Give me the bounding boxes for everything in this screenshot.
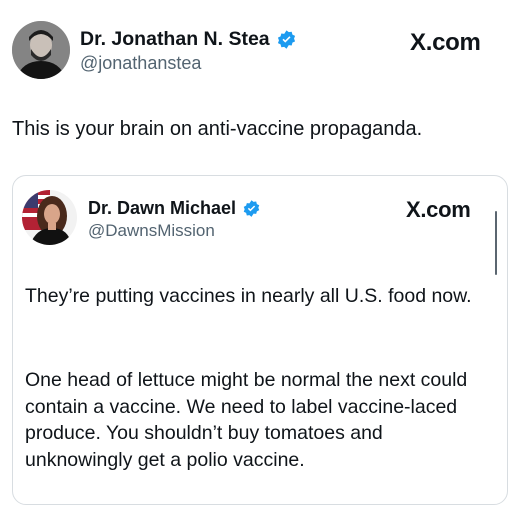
- author-name[interactable]: Dr. Jonathan N. Stea: [80, 28, 270, 51]
- avatar-dawn[interactable]: [22, 190, 77, 245]
- author-name-row: Dr. Jonathan N. Stea: [80, 27, 297, 51]
- verified-badge-icon: [242, 199, 261, 218]
- x-logo-icon[interactable]: X.com: [410, 29, 481, 57]
- quoted-author-name[interactable]: Dr. Dawn Michael: [88, 198, 236, 219]
- scrollbar[interactable]: [495, 211, 497, 275]
- verified-badge-icon: [276, 29, 297, 50]
- quoted-author-handle[interactable]: @DawnsMission: [88, 221, 215, 241]
- quoted-paragraph-1: They’re putting vaccines in nearly all U…: [25, 285, 472, 307]
- quoted-paragraph-2: One head of lettuce might be normal the …: [25, 369, 468, 471]
- post-card: Dr. Jonathan N. Stea @jonathanstea X.com…: [0, 0, 510, 505]
- author-handle[interactable]: @jonathanstea: [80, 53, 201, 74]
- x-logo-icon[interactable]: X.com: [406, 197, 471, 223]
- post-text: This is your brain on anti-vaccine propa…: [12, 118, 423, 140]
- avatar-jonathan[interactable]: [12, 21, 70, 79]
- quoted-post[interactable]: Dr. Dawn Michael @DawnsMission X.com The…: [12, 175, 508, 505]
- quoted-author-name-row: Dr. Dawn Michael: [88, 197, 261, 219]
